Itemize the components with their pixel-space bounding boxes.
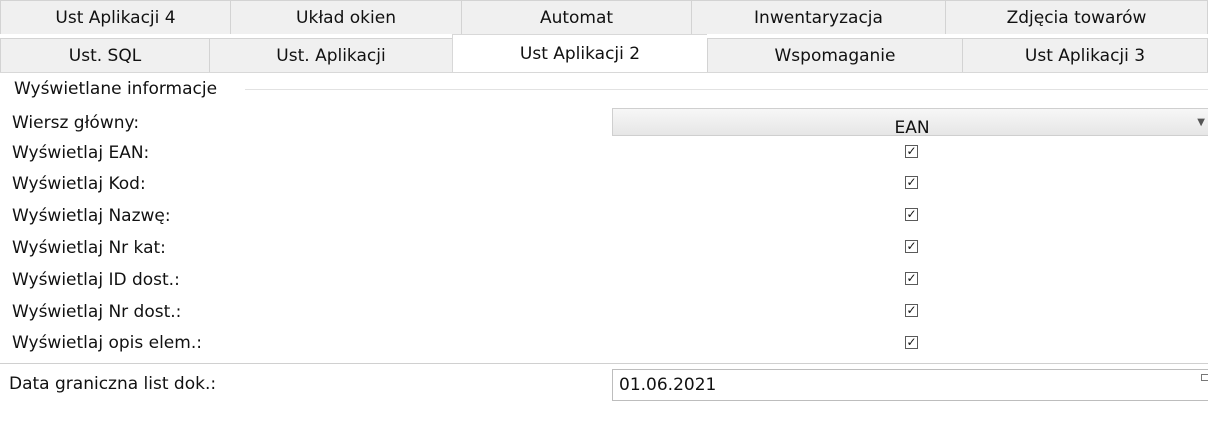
checkbox-show-ean[interactable]: ✓: [905, 145, 918, 158]
row-label-ean: Wyświetlaj EAN:: [12, 143, 150, 163]
tab-ust-aplikacji-4[interactable]: Ust Aplikacji 4: [0, 0, 230, 34]
tab-ust-sql[interactable]: Ust. SQL: [0, 38, 209, 72]
tab-ust-aplikacji-2[interactable]: Ust Aplikacji 2: [452, 34, 707, 72]
row-label-nr-dost: Wyświetlaj Nr dost.:: [12, 302, 182, 322]
tab-automat[interactable]: Automat: [461, 0, 691, 34]
checkbox-show-id-dost[interactable]: ✓: [905, 272, 918, 285]
tab-zdjecia-towarow[interactable]: Zdjęcia towarów: [945, 0, 1208, 34]
tab-panel-border: [0, 72, 1208, 73]
checkbox-show-nr-kat[interactable]: ✓: [905, 240, 918, 253]
row-label-kod: Wyświetlaj Kod:: [12, 174, 146, 194]
tab-ust-aplikacji-3[interactable]: Ust Aplikacji 3: [962, 38, 1208, 72]
row-label-opis-elem: Wyświetlaj opis elem.:: [12, 333, 202, 353]
tab-row-lower: Ust. SQL Ust. Aplikacji Ust Aplikacji 2 …: [0, 34, 1208, 72]
checkbox-show-nr-dost[interactable]: ✓: [905, 304, 918, 317]
row-label-nr-kat: Wyświetlaj Nr kat:: [12, 238, 166, 258]
row-label-id-dost: Wyświetlaj ID dost.:: [12, 270, 180, 290]
chevron-down-icon: ▼: [1197, 117, 1205, 128]
section-divider: [0, 363, 1208, 364]
main-row-dropdown[interactable]: EAN ▼: [612, 108, 1208, 138]
tab-inwentaryzacja[interactable]: Inwentaryzacja: [691, 0, 945, 34]
tab-wspomaganie[interactable]: Wspomaganie: [707, 38, 962, 72]
date-field-label: Data graniczna list dok.:: [9, 374, 217, 394]
date-field-input[interactable]: 01.06.2021: [612, 369, 1208, 401]
group-divider: [245, 89, 1208, 90]
row-label-nazwe: Wyświetlaj Nazwę:: [12, 206, 171, 226]
checkbox-show-nazwe[interactable]: ✓: [905, 208, 918, 221]
checkbox-show-opis-elem[interactable]: ✓: [905, 336, 918, 349]
tab-uklad-okien[interactable]: Układ okien: [230, 0, 461, 34]
main-row-dropdown-value: EAN: [894, 118, 930, 138]
checkbox-show-kod[interactable]: ✓: [905, 176, 918, 189]
date-field-value: 01.06.2021: [619, 375, 717, 395]
group-title: Wyświetlane informacje: [14, 79, 224, 99]
calendar-icon[interactable]: [1201, 374, 1208, 381]
tab-ust-aplikacji[interactable]: Ust. Aplikacji: [209, 38, 452, 72]
tab-row-upper: Ust Aplikacji 4 Układ okien Automat Inwe…: [0, 0, 1208, 34]
main-row-label: Wiersz główny:: [12, 113, 140, 133]
